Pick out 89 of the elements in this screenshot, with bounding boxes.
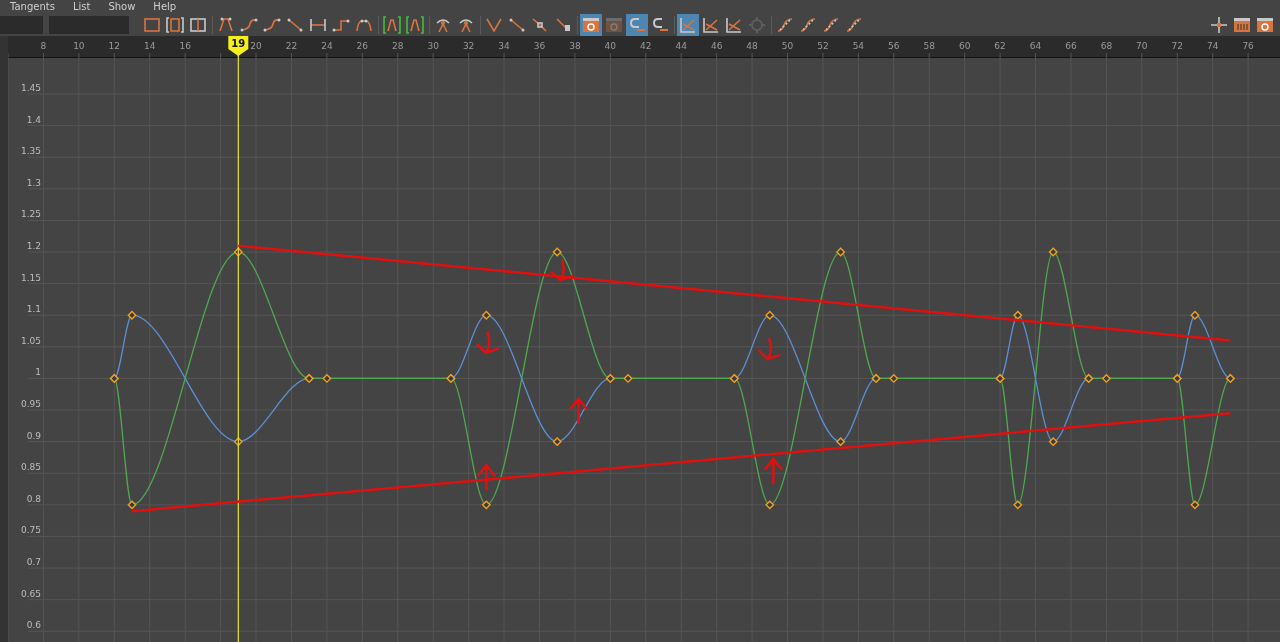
toolbar-button[interactable] bbox=[580, 13, 602, 36]
value-label: 0.65 bbox=[20, 588, 41, 599]
current-frame-number: 19 bbox=[231, 38, 246, 49]
keyframe-marker[interactable] bbox=[552, 247, 562, 257]
keyframe-marker[interactable] bbox=[1190, 500, 1200, 510]
value-label: 1 bbox=[35, 367, 41, 378]
value-label: 1.45 bbox=[20, 83, 41, 94]
frame-number: 66 bbox=[1065, 41, 1077, 51]
keyframe-marker[interactable] bbox=[765, 500, 775, 510]
keyframe-marker[interactable] bbox=[233, 437, 243, 447]
value-label: 0.85 bbox=[20, 462, 41, 473]
bracketed-square-icon bbox=[165, 14, 185, 35]
keyframe-marker[interactable] bbox=[1048, 437, 1058, 447]
frame-number: 72 bbox=[1171, 41, 1183, 51]
input-field[interactable] bbox=[0, 15, 43, 34]
frame-number: 20 bbox=[250, 41, 262, 51]
frame-number: 52 bbox=[817, 41, 829, 51]
frame-number: 48 bbox=[746, 41, 758, 51]
frame-number: 46 bbox=[710, 41, 723, 51]
frame-number: 36 bbox=[533, 41, 546, 51]
value-label: 1.35 bbox=[20, 146, 41, 157]
keyframe-marker[interactable] bbox=[835, 437, 846, 447]
frame-number: 8 bbox=[40, 41, 47, 51]
keyframe-marker[interactable] bbox=[552, 437, 562, 447]
frame-number: 14 bbox=[144, 41, 156, 51]
frame-number: 26 bbox=[356, 41, 369, 51]
frame-number: 58 bbox=[923, 41, 935, 51]
keyframe-marker[interactable] bbox=[835, 247, 846, 257]
frame-number: 62 bbox=[994, 41, 1006, 51]
frame-number: 40 bbox=[604, 41, 617, 51]
frame-number: 70 bbox=[1136, 41, 1148, 51]
menu-item[interactable]: Show bbox=[108, 1, 136, 12]
frame-number: 38 bbox=[569, 41, 581, 51]
frame-number: 56 bbox=[888, 41, 900, 51]
keyframe-marker[interactable] bbox=[481, 310, 491, 320]
timeline-ruler[interactable]: 8 10 12 14 16 20 22 24 26 28 30 32 34 36 38 40 42 44 46 48 50 52 54 56 58 60 62 64 66 68 70 72 74 76 0.6 0.65 0.7 0.75 0.8 0.85 0.9 0.95 1 1.05 1.1 1.15 1.2 1.25 1.3 1.35 1.4 1.45 19 bbox=[8, 36, 1280, 642]
menu-item[interactable]: Help bbox=[153, 1, 177, 12]
toolbar-button[interactable] bbox=[677, 13, 699, 36]
frame-number: 64 bbox=[1029, 41, 1042, 51]
keyframe-marker[interactable] bbox=[1101, 373, 1112, 384]
keyframe-marker[interactable] bbox=[1190, 310, 1200, 320]
input-field[interactable] bbox=[49, 15, 129, 34]
value-label: 1.3 bbox=[26, 177, 41, 188]
value-label: 1.15 bbox=[20, 272, 41, 283]
frame-number: 76 bbox=[1242, 41, 1254, 51]
value-label: 1.1 bbox=[26, 304, 41, 315]
keyframe-marker[interactable] bbox=[233, 247, 243, 257]
keyframe-marker[interactable] bbox=[765, 310, 775, 320]
keyframe-marker[interactable] bbox=[127, 500, 137, 510]
frame-number: 74 bbox=[1206, 41, 1219, 51]
move-icon bbox=[1209, 14, 1229, 35]
frame-number: 34 bbox=[498, 41, 510, 51]
frame-number: 24 bbox=[321, 41, 333, 51]
value-label: 1.4 bbox=[26, 114, 41, 125]
value-label: 0.95 bbox=[20, 399, 41, 410]
frame-number: 42 bbox=[640, 41, 652, 51]
keyframe-marker[interactable] bbox=[1013, 310, 1023, 320]
frame-number: 30 bbox=[427, 41, 439, 51]
frame-number: 10 bbox=[73, 41, 85, 51]
value-label: 0.9 bbox=[26, 430, 41, 441]
menu-item[interactable]: Tangents bbox=[10, 1, 55, 12]
frame-number: 44 bbox=[675, 41, 687, 51]
keyframe-marker[interactable] bbox=[1013, 500, 1023, 510]
value-label: 1.05 bbox=[20, 335, 41, 346]
frame-number: 32 bbox=[462, 41, 475, 51]
keyframe-marker[interactable] bbox=[623, 373, 633, 384]
keyframe-marker[interactable] bbox=[889, 373, 899, 384]
value-label: 0.6 bbox=[26, 620, 41, 631]
bracketed-peak-icon bbox=[405, 14, 425, 35]
frame-number: 60 bbox=[958, 41, 971, 51]
keyframe-marker[interactable] bbox=[127, 310, 137, 320]
value-label: 0.7 bbox=[26, 557, 41, 568]
value-label: 1.25 bbox=[20, 209, 41, 220]
value-label: 1.2 bbox=[26, 241, 41, 252]
frame-number: 16 bbox=[179, 41, 191, 51]
keyframe-marker[interactable] bbox=[322, 373, 332, 384]
frame-number: 50 bbox=[781, 41, 794, 51]
frame-number: 54 bbox=[852, 41, 865, 51]
frame-number: 12 bbox=[108, 41, 120, 51]
frame-number: 28 bbox=[392, 41, 404, 51]
frame-number: 22 bbox=[285, 41, 298, 51]
toolbar-button[interactable] bbox=[626, 13, 648, 36]
value-label: 0.8 bbox=[26, 493, 41, 504]
keyframe-marker[interactable] bbox=[1048, 247, 1058, 257]
bracketed-peak-icon bbox=[382, 14, 402, 35]
frame-number: 68 bbox=[1100, 41, 1113, 51]
keyframe-marker[interactable] bbox=[481, 500, 491, 510]
value-label: 0.75 bbox=[20, 525, 41, 536]
menu-item[interactable]: List bbox=[72, 1, 91, 12]
